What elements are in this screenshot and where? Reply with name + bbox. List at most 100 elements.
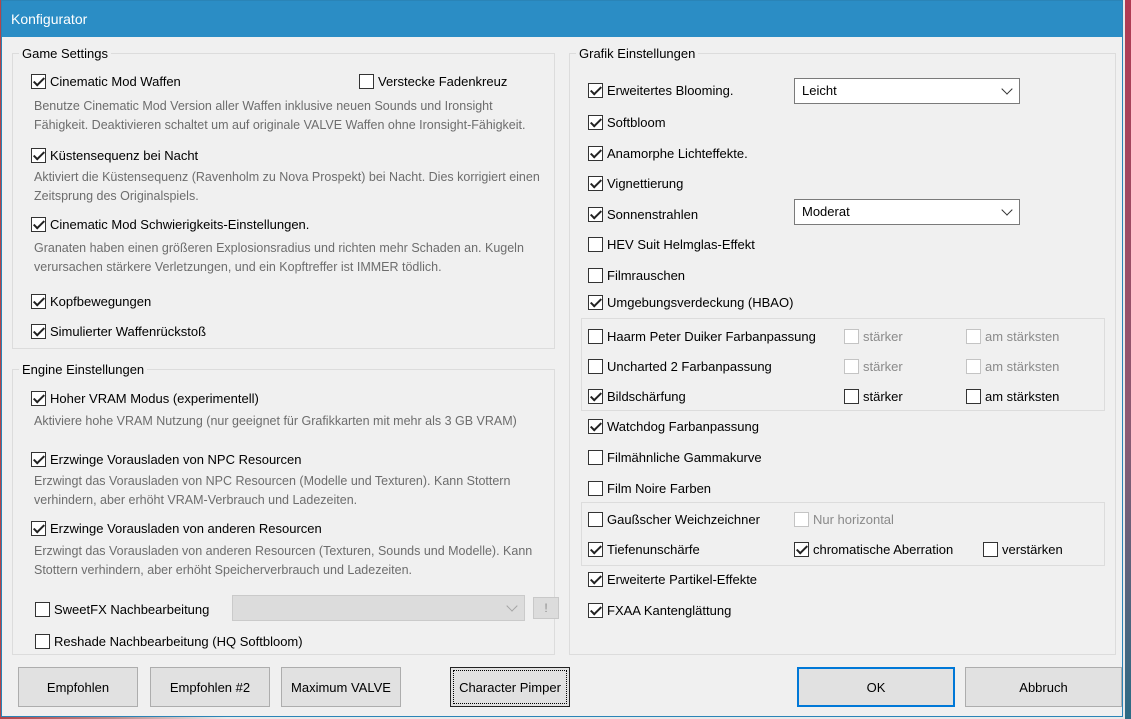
checkbox-box[interactable]	[588, 571, 603, 587]
checkbox-box[interactable]	[31, 323, 46, 339]
softbloom-checkbox[interactable]: Softbloom	[588, 113, 666, 131]
gauss-label: Gaußscher Weichzeichner	[607, 511, 760, 527]
cinematic-weapons-description: Benutze Cinematic Mod Version aller Waff…	[34, 99, 526, 132]
hbao-checkbox[interactable]: Umgebungsverdeckung (HBAO)	[588, 293, 793, 311]
high-vram-checkbox[interactable]: Hoher VRAM Modus (experimentell)	[31, 389, 259, 407]
gauss-checkbox[interactable]: Gaußscher Weichzeichner	[588, 510, 760, 528]
checkbox-box[interactable]	[588, 449, 603, 465]
checkbox-box[interactable]	[35, 633, 50, 649]
checkbox-box[interactable]	[35, 601, 50, 617]
difficulty-checkbox[interactable]: Cinematic Mod Schwierigkeits-Einstellung…	[31, 215, 309, 233]
checkbox-box[interactable]	[588, 388, 603, 404]
checkbox-box[interactable]	[588, 236, 603, 252]
film-gamma-checkbox[interactable]: Filmähnliche Gammakurve	[588, 448, 762, 466]
ok-button[interactable]: OK	[797, 667, 955, 707]
film-noir-checkbox[interactable]: Film Noire Farben	[588, 479, 711, 497]
uncharted-strongest-label: am stärksten	[985, 358, 1060, 374]
preload-npc-checkbox[interactable]: Erzwinge Vorausladen von NPC Resourcen	[31, 450, 301, 468]
maximum-valve-button[interactable]: Maximum VALVE	[281, 667, 401, 707]
uncharted-stronger-checkbox[interactable]: stärker	[844, 357, 903, 375]
uncharted-strongest-checkbox[interactable]: am stärksten	[966, 357, 1059, 375]
checkbox-box[interactable]	[31, 451, 46, 467]
anamorphic-label: Anamorphe Lichteffekte.	[607, 145, 748, 161]
hbao-label: Umgebungsverdeckung (HBAO)	[607, 294, 794, 310]
cinematic-weapons-checkbox[interactable]: Cinematic Mod Waffen	[31, 72, 181, 90]
checkbox-box[interactable]	[588, 328, 603, 344]
checkbox-box[interactable]	[588, 602, 603, 618]
character-pimper-button[interactable]: Character Pimper	[450, 667, 570, 707]
fxaa-label: FXAA Kantenglättung	[607, 602, 732, 618]
checkbox-box[interactable]	[588, 267, 603, 283]
checkbox-box[interactable]	[966, 388, 981, 404]
checkbox-box[interactable]	[359, 73, 374, 89]
watchdog-label: Watchdog Farbanpassung	[607, 418, 760, 434]
checkbox-box[interactable]	[844, 328, 859, 344]
checkbox-box[interactable]	[794, 511, 809, 527]
checkbox-box[interactable]	[794, 541, 809, 557]
checkbox-box[interactable]	[983, 541, 998, 557]
recommended-2-button[interactable]: Empfohlen #2	[150, 667, 270, 707]
haarm-checkbox[interactable]: Haarm Peter Duiker Farbanpassung	[588, 327, 816, 345]
recommended-button[interactable]: Empfohlen	[18, 667, 138, 707]
sweetfx-info-button[interactable]: !	[533, 597, 559, 619]
head-bob-label: Kopfbewegungen	[50, 293, 152, 309]
checkbox-box[interactable]	[588, 145, 603, 161]
checkbox-box[interactable]	[31, 520, 46, 536]
checkbox-box[interactable]	[31, 216, 46, 232]
chromatic-checkbox[interactable]: chromatische Aberration	[794, 540, 953, 558]
graphics-settings-title: Grafik Einstellungen	[576, 46, 699, 61]
blooming-checkbox[interactable]: Erweitertes Blooming.	[588, 81, 733, 99]
amplify-checkbox[interactable]: verstärken	[983, 540, 1063, 558]
checkbox-box[interactable]	[966, 358, 981, 374]
difficulty-description: Granaten haben einen größeren Explosions…	[34, 241, 524, 274]
checkbox-box[interactable]	[31, 390, 46, 406]
checkbox-box[interactable]	[588, 480, 603, 496]
anamorphic-checkbox[interactable]: Anamorphe Lichteffekte.	[588, 144, 748, 162]
fxaa-checkbox[interactable]: FXAA Kantenglättung	[588, 601, 731, 619]
cancel-button[interactable]: Abbruch	[965, 667, 1122, 707]
blooming-select[interactable]: Leicht	[794, 78, 1020, 104]
sunrays-label: Sonnenstrahlen	[607, 206, 699, 222]
checkbox-box[interactable]	[588, 511, 603, 527]
coast-night-label: Küstensequenz bei Nacht	[50, 147, 199, 163]
checkbox-box[interactable]	[588, 358, 603, 374]
sunrays-select[interactable]: Moderat	[794, 199, 1020, 225]
sharpen-stronger-checkbox[interactable]: stärker	[844, 387, 903, 405]
dof-checkbox[interactable]: Tiefenunschärfe	[588, 540, 700, 558]
checkbox-box[interactable]	[966, 328, 981, 344]
sharpen-strongest-checkbox[interactable]: am stärksten	[966, 387, 1059, 405]
sunrays-checkbox[interactable]: Sonnenstrahlen	[588, 205, 698, 223]
recoil-checkbox[interactable]: Simulierter Waffenrückstoß	[31, 322, 206, 340]
haarm-strongest-checkbox[interactable]: am stärksten	[966, 327, 1059, 345]
checkbox-box[interactable]	[588, 418, 603, 434]
checkbox-box[interactable]	[588, 541, 603, 557]
checkbox-box[interactable]	[588, 82, 603, 98]
checkbox-box[interactable]	[844, 388, 859, 404]
checkbox-box[interactable]	[31, 293, 46, 309]
head-bob-checkbox[interactable]: Kopfbewegungen	[31, 292, 151, 310]
uncharted-checkbox[interactable]: Uncharted 2 Farbanpassung	[588, 357, 772, 375]
sharpen-checkbox[interactable]: Bildschärfung	[588, 387, 686, 405]
watchdog-checkbox[interactable]: Watchdog Farbanpassung	[588, 417, 759, 435]
coast-night-checkbox[interactable]: Küstensequenz bei Nacht	[31, 146, 198, 164]
checkbox-box[interactable]	[31, 73, 46, 89]
checkbox-box[interactable]	[844, 358, 859, 374]
hide-crosshair-checkbox[interactable]: Verstecke Fadenkreuz	[359, 72, 507, 90]
reshade-checkbox[interactable]: Reshade Nachbearbeitung (HQ Softbloom)	[35, 632, 303, 650]
checkbox-box[interactable]	[31, 147, 46, 163]
title-bar: Konfigurator	[2, 1, 1122, 37]
checkbox-box[interactable]	[588, 294, 603, 310]
haarm-stronger-checkbox[interactable]: stärker	[844, 327, 903, 345]
checkbox-box[interactable]	[588, 114, 603, 130]
particles-checkbox[interactable]: Erweiterte Partikel-Effekte	[588, 570, 757, 588]
vignette-checkbox[interactable]: Vignettierung	[588, 174, 683, 192]
checkbox-box[interactable]	[588, 175, 603, 191]
preload-other-checkbox[interactable]: Erzwinge Vorausladen von anderen Resourc…	[31, 519, 322, 537]
window-title: Konfigurator	[11, 11, 88, 27]
sweetfx-select[interactable]	[232, 595, 525, 621]
sweetfx-checkbox[interactable]: SweetFX Nachbearbeitung	[35, 600, 209, 618]
checkbox-box[interactable]	[588, 206, 603, 222]
hev-helmet-checkbox[interactable]: HEV Suit Helmglas-Effekt	[588, 235, 755, 253]
horizontal-only-checkbox[interactable]: Nur horizontal	[794, 510, 894, 528]
film-grain-checkbox[interactable]: Filmrauschen	[588, 266, 685, 284]
